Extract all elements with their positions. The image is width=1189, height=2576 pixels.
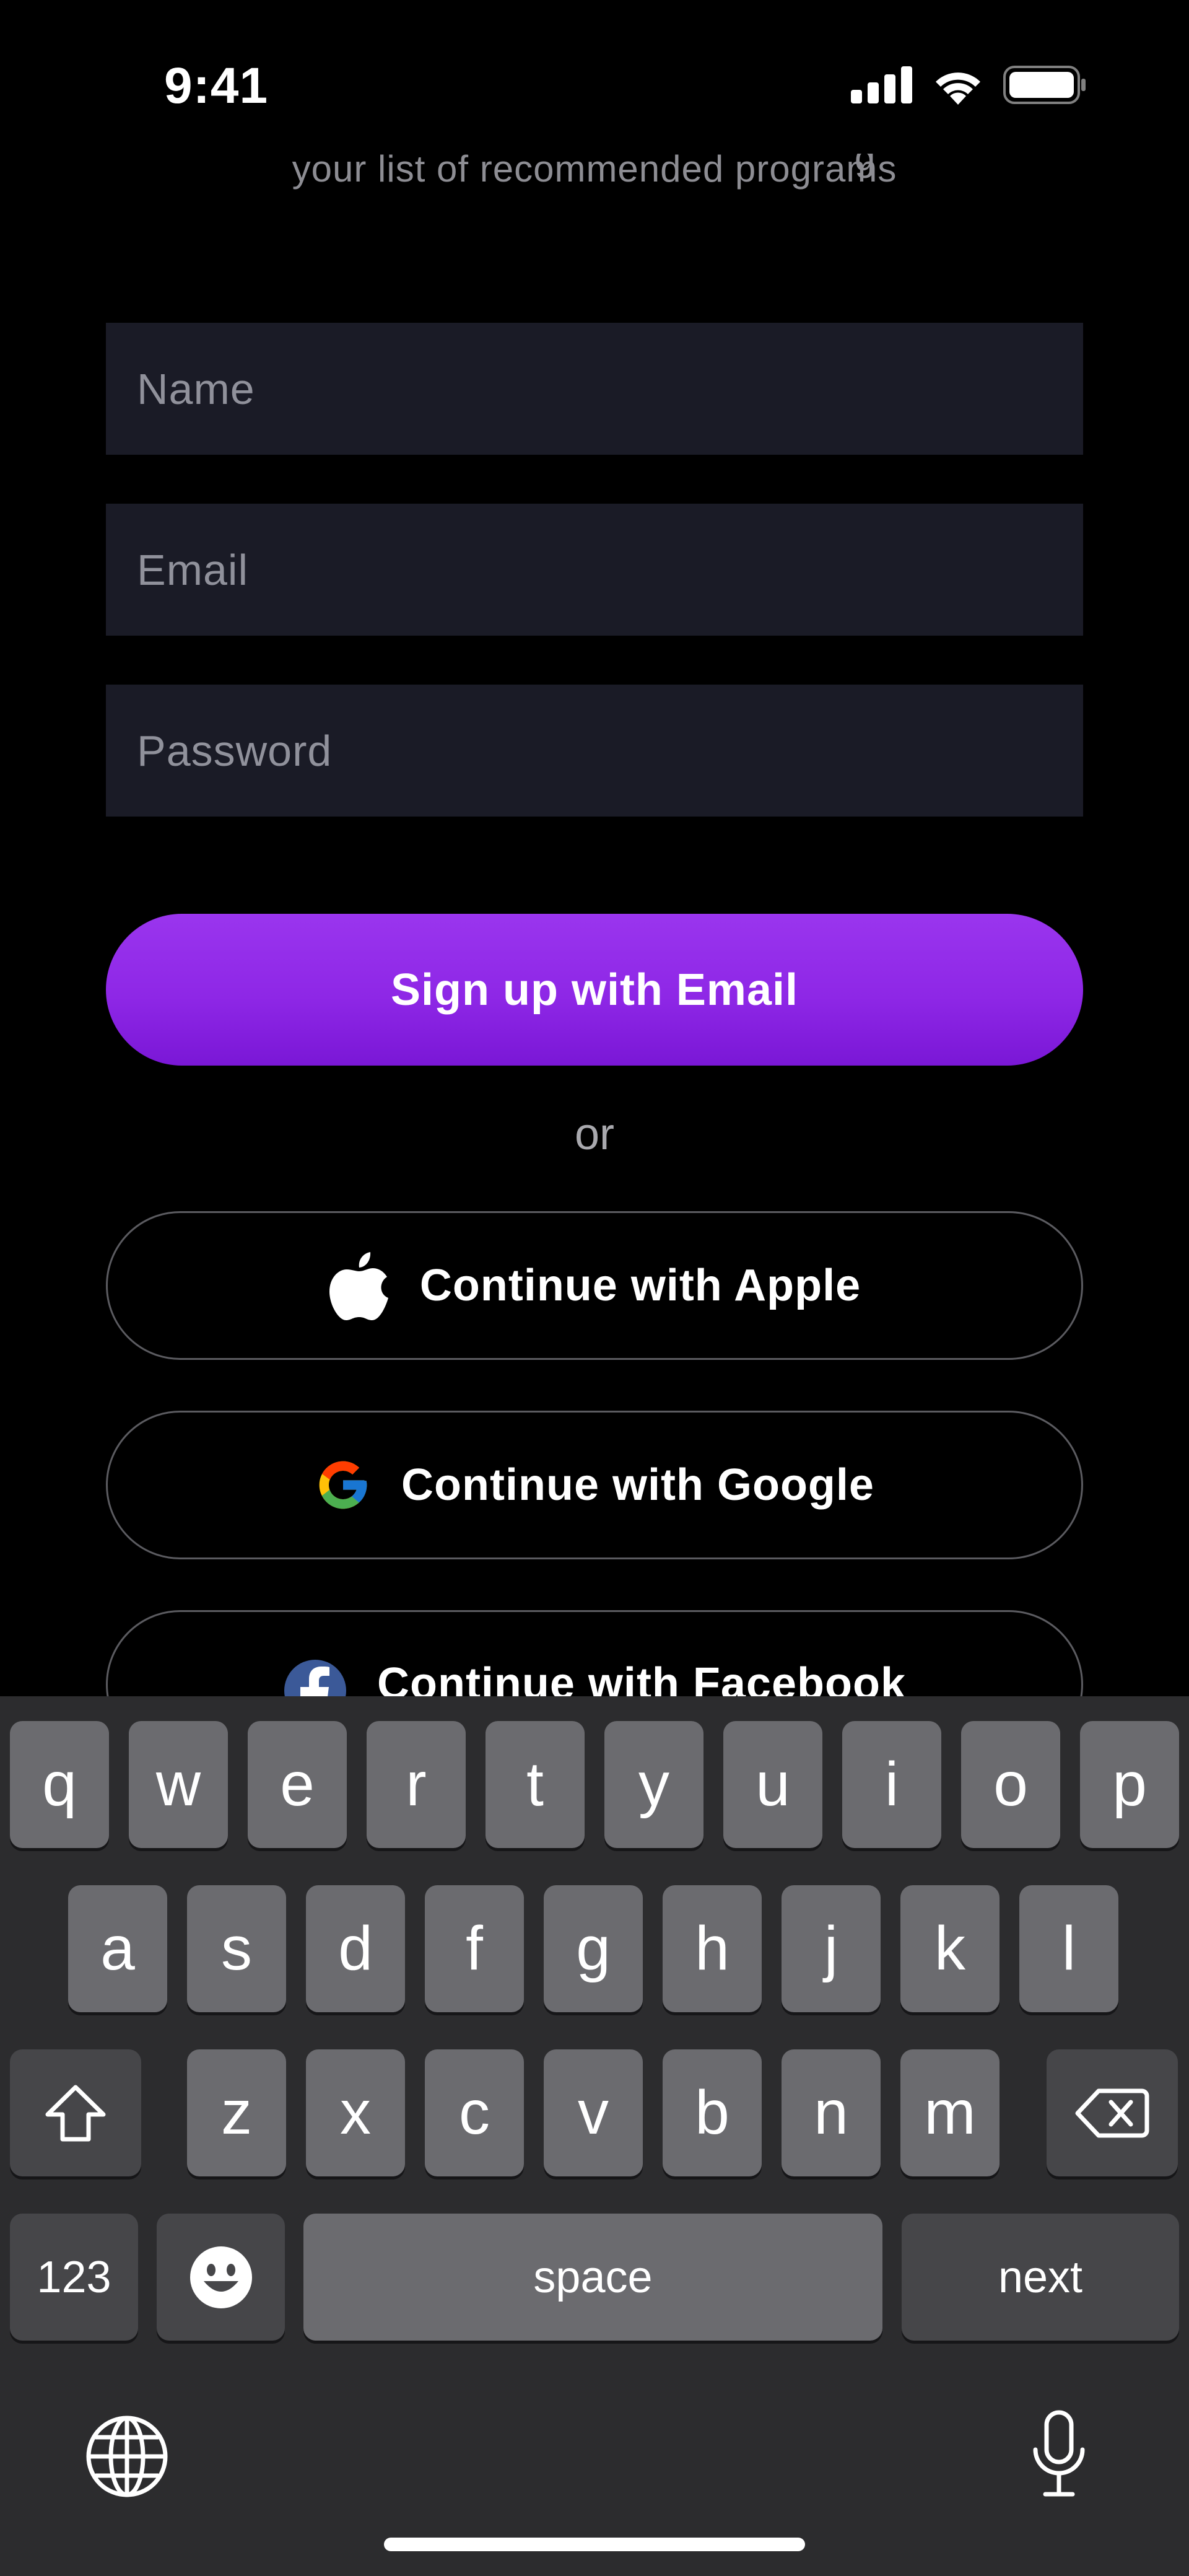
- or-divider-text: or: [574, 1110, 615, 1159]
- delete-key[interactable]: [1047, 2049, 1178, 2176]
- cellular-signal-icon: [851, 66, 912, 103]
- continue-apple-button[interactable]: Continue with Apple: [106, 1211, 1083, 1360]
- sign-up-email-button[interactable]: Sign up with Email: [106, 914, 1083, 1066]
- key-y[interactable]: y: [604, 1721, 703, 1848]
- home-indicator[interactable]: [384, 2538, 805, 2551]
- key-m[interactable]: m: [900, 2049, 1000, 2176]
- subtitle-text: your list of recommended programs: [292, 148, 897, 190]
- shift-icon: [45, 2085, 106, 2141]
- key-q[interactable]: q: [10, 1721, 109, 1848]
- globe-icon: [86, 2416, 168, 2497]
- key-w[interactable]: w: [129, 1721, 228, 1848]
- apple-logo-icon: [329, 1252, 388, 1320]
- backspace-icon: [1075, 2088, 1149, 2137]
- key-e[interactable]: e: [248, 1721, 347, 1848]
- key-u[interactable]: u: [723, 1721, 822, 1848]
- key-p[interactable]: p: [1080, 1721, 1179, 1848]
- key-l[interactable]: l: [1019, 1885, 1118, 2012]
- key-h[interactable]: h: [663, 1885, 762, 2012]
- key-z[interactable]: z: [187, 2049, 286, 2176]
- emoji-key[interactable]: [157, 2214, 285, 2341]
- key-v[interactable]: v: [544, 2049, 643, 2176]
- key-b[interactable]: b: [663, 2049, 762, 2176]
- status-time: 9:41: [164, 58, 269, 114]
- key-d[interactable]: d: [306, 1885, 405, 2012]
- key-x[interactable]: x: [306, 2049, 405, 2176]
- continue-apple-label: Continue with Apple: [419, 1261, 861, 1310]
- key-g[interactable]: g: [544, 1885, 643, 2012]
- key-i[interactable]: i: [842, 1721, 941, 1848]
- key-t[interactable]: t: [486, 1721, 585, 1848]
- dictation-key[interactable]: [1028, 2409, 1090, 2505]
- battery-icon: [1003, 66, 1086, 104]
- microphone-icon: [1033, 2410, 1085, 2497]
- key-c[interactable]: c: [425, 2049, 524, 2176]
- key-r[interactable]: r: [367, 1721, 466, 1848]
- key-j[interactable]: j: [782, 1885, 881, 2012]
- key-s[interactable]: s: [187, 1885, 286, 2012]
- key-k[interactable]: k: [900, 1885, 1000, 2012]
- emoji-icon: [189, 2246, 252, 2308]
- key-n[interactable]: n: [782, 2049, 881, 2176]
- shift-key[interactable]: [10, 2049, 141, 2176]
- key-o[interactable]: o: [961, 1721, 1060, 1848]
- wifi-icon: [936, 72, 980, 105]
- sign-up-email-label: Sign up with Email: [390, 965, 799, 1015]
- key-a[interactable]: a: [68, 1885, 167, 2012]
- space-key[interactable]: space: [303, 2214, 882, 2341]
- continue-google-button[interactable]: Continue with Google: [106, 1411, 1083, 1559]
- password-input[interactable]: [106, 685, 1083, 817]
- continue-google-label: Continue with Google: [401, 1460, 874, 1510]
- keyboard: q w e r t y u i o p a s d f g h j k l z …: [0, 1696, 1189, 2576]
- next-key[interactable]: next: [902, 2214, 1179, 2341]
- name-input[interactable]: [106, 323, 1083, 455]
- key-f[interactable]: f: [425, 1885, 524, 2012]
- globe-key[interactable]: [85, 2415, 168, 2501]
- email-input[interactable]: [106, 504, 1083, 636]
- status-icons: [851, 65, 1087, 105]
- google-logo-icon: [319, 1461, 367, 1509]
- numbers-key[interactable]: 123: [10, 2214, 138, 2341]
